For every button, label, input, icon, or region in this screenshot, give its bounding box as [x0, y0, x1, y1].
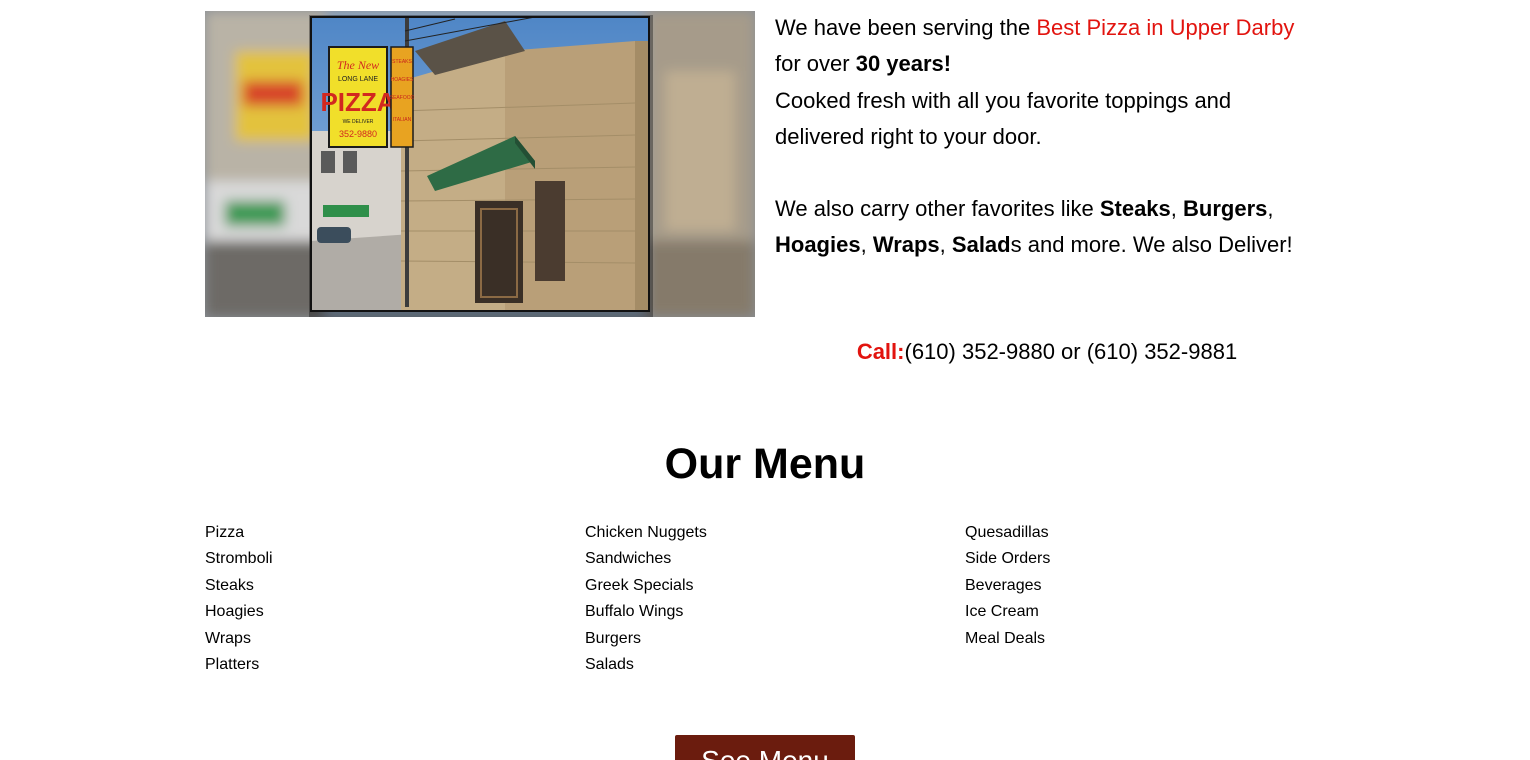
menu-column-1: Pizza Stromboli Steaks Hoagies Wraps Pla… — [205, 520, 273, 678]
svg-text:LONG LANE: LONG LANE — [338, 76, 378, 83]
intro-text-b: for over — [775, 51, 856, 77]
separator: , — [939, 232, 952, 258]
favorite-steaks: Steaks — [1099, 195, 1171, 221]
intro-text: We have been serving the Best Pizza in U… — [775, 10, 1295, 263]
see-menu-button[interactable]: See Menu — [675, 735, 855, 760]
svg-text:WE DELIVER: WE DELIVER — [343, 119, 374, 125]
separator: , — [1267, 195, 1274, 221]
menu-item-ice-cream: Ice Cream — [965, 603, 1039, 621]
page: The New LONG LANE PIZZA WE DELIVER 352-9… — [0, 0, 1530, 760]
menu-item-buffalo-wings: Buffalo Wings — [585, 603, 684, 621]
menu-item-quesadillas: Quesadillas — [965, 524, 1049, 541]
menu-item-side-orders: Side Orders — [965, 550, 1051, 568]
menu-item-beverages: Beverages — [965, 576, 1042, 594]
call-label: Call: — [856, 339, 905, 364]
menu-column-2: Chicken Nuggets Sandwiches Greek Special… — [585, 520, 707, 678]
intro-text-a: We have been serving the — [775, 15, 1037, 40]
favorite-wraps: Wraps — [872, 232, 940, 258]
favorite-salads: Salad — [951, 232, 1011, 258]
menu-item-steaks: Steaks — [205, 576, 254, 594]
svg-text:The New: The New — [337, 58, 379, 72]
favorites-text: We also carry other favorites like — [775, 195, 1100, 221]
favorite-burgers: Burgers — [1183, 195, 1268, 221]
menu-column-3: Quesadillas Side Orders Beverages Ice Cr… — [965, 520, 1050, 652]
phone-numbers[interactable]: (610) 352-9880 or (610) 352-9881 — [905, 339, 1238, 364]
menu-item-greek-specials: Greek Specials — [585, 576, 694, 594]
intro-paragraph-2: We also carry other favorites like Steak… — [775, 191, 1295, 264]
svg-text:ITALIAN: ITALIAN — [393, 117, 412, 123]
call-line: Call:(610) 352-9880 or (610) 352-9881 — [775, 334, 1319, 370]
deliver-text: s and more. We also Deliver! — [1010, 232, 1293, 258]
storefront-photo: The New LONG LANE PIZZA WE DELIVER 352-9… — [205, 11, 755, 317]
favorite-hoagies: Hoagies — [775, 232, 861, 258]
svg-text:352-9880: 352-9880 — [339, 129, 377, 139]
best-pizza-highlight: Best Pizza in Upper Darby — [1036, 15, 1295, 40]
menu-item-sandwiches: Sandwiches — [585, 550, 672, 568]
menu-item-salads: Salads — [585, 656, 634, 674]
menu-item-chicken-nuggets: Chicken Nuggets — [585, 524, 707, 541]
menu-item-meal-deals: Meal Deals — [965, 629, 1046, 647]
menu-item-stromboli: Stromboli — [205, 550, 273, 568]
menu-item-wraps: Wraps — [205, 629, 251, 647]
menu-item-platters: Platters — [205, 656, 260, 674]
svg-text:SEAFOOD: SEAFOOD — [390, 95, 415, 101]
svg-text:STEAKS: STEAKS — [392, 59, 412, 65]
separator: , — [860, 232, 873, 258]
years-highlight: 30 years! — [855, 51, 952, 77]
svg-text:HOAGIES: HOAGIES — [391, 77, 414, 83]
menu-title: Our Menu — [664, 440, 866, 488]
separator: , — [1170, 195, 1184, 221]
svg-text:PIZZA: PIZZA — [320, 87, 395, 117]
menu-item-hoagies: Hoagies — [205, 603, 264, 621]
menu-item-pizza: Pizza — [205, 524, 245, 541]
intro-paragraph-1: We have been serving the Best Pizza in U… — [775, 10, 1295, 156]
menu-item-burgers: Burgers — [585, 629, 642, 647]
intro-text-c: Cooked fresh with all you favorite toppi… — [775, 87, 1232, 150]
